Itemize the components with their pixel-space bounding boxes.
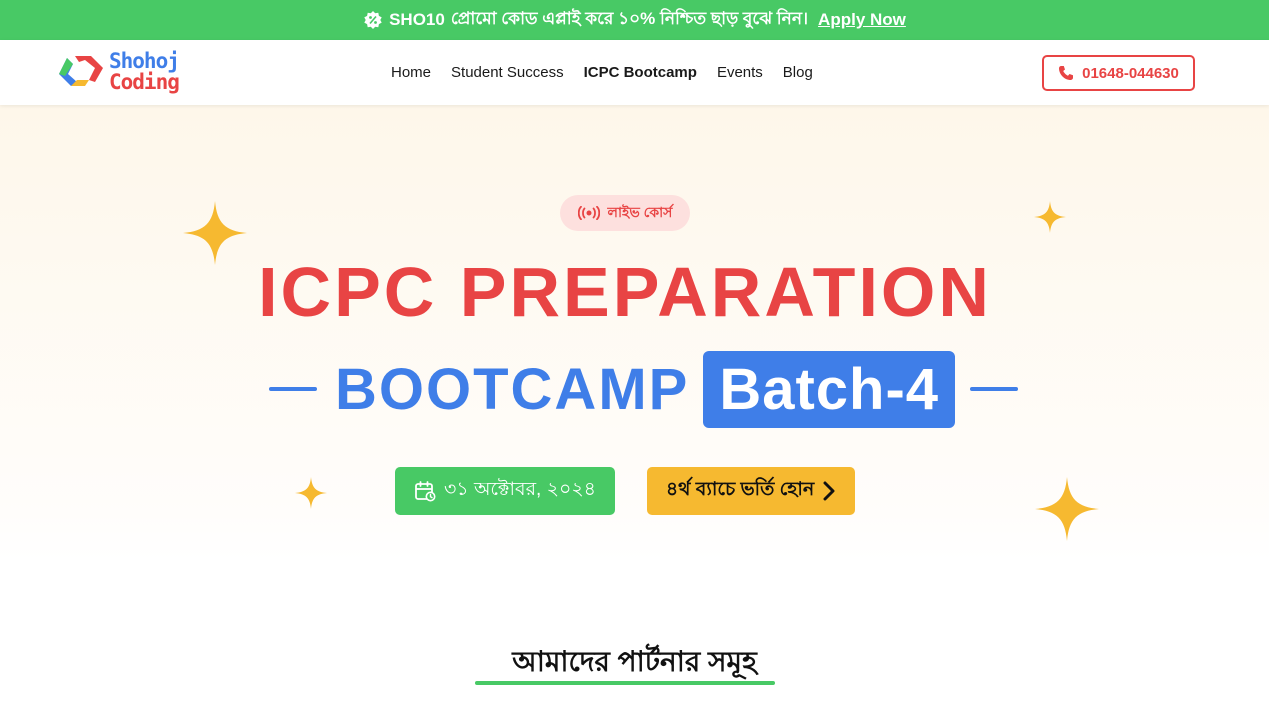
nav-item-student-success[interactable]: Student Success: [451, 64, 564, 81]
site-logo[interactable]: Shohoj Coding: [55, 49, 180, 94]
hero-subtitle: BOOTCAMP Batch-4: [269, 350, 1019, 428]
phone-icon: [1059, 66, 1074, 80]
sparkle-icon: [1035, 477, 1099, 541]
phone-call-button[interactable]: 01648-044630: [1042, 55, 1195, 91]
apply-now-link[interactable]: Apply Now: [818, 10, 906, 30]
discount-badge-icon: [363, 10, 383, 30]
nav-item-events[interactable]: Events: [717, 64, 763, 81]
enroll-button[interactable]: ৪র্থ ব্যাচে ভর্তি হোন: [647, 467, 855, 515]
title-dash-left: [269, 387, 317, 391]
nav-item-icpc-bootcamp[interactable]: ICPC Bootcamp: [584, 64, 697, 81]
batch-badge: Batch-4: [703, 350, 956, 428]
promo-text: প্রোমো কোড এপ্লাই করে ১০% নিশ্চিত ছাড় ব…: [450, 9, 809, 28]
course-date: ৩১ অক্টোবর, ২০২৪: [444, 479, 596, 500]
partners-heading: আমাদের পার্টনার সমূহ: [512, 646, 757, 677]
nav-item-blog[interactable]: Blog: [783, 64, 813, 81]
navbar: Shohoj Coding Home Student Success ICPC …: [0, 40, 1269, 105]
sparkle-icon: [295, 477, 327, 509]
logo-mark-icon: [59, 56, 103, 86]
promo-code: SHO10: [389, 10, 445, 29]
nav-item-home[interactable]: Home: [391, 64, 431, 81]
phone-number: 01648-044630: [1082, 64, 1179, 82]
promo-banner: SHO10 প্রোমো কোড এপ্লাই করে ১০% নিশ্চিত …: [0, 0, 1269, 40]
main-nav: Home Student Success ICPC Bootcamp Event…: [391, 64, 813, 81]
enroll-label: ৪র্থ ব্যাচে ভর্তি হোন: [665, 479, 815, 500]
live-course-label: লাইভ কোর্স: [607, 204, 673, 220]
live-broadcast-icon: [577, 206, 600, 220]
calendar-icon: [415, 481, 436, 502]
logo-text-line2: Coding: [109, 70, 180, 94]
title-dash-right: [970, 387, 1019, 391]
partners-heading-underline: [475, 681, 775, 685]
hero-title: ICPC PREPARATION: [258, 253, 992, 331]
logo-text-line1: Shohoj: [109, 49, 180, 73]
course-date-badge: ৩১ অক্টোবর, ২০২৪: [395, 467, 615, 515]
sparkle-icon: [1034, 201, 1066, 233]
bootcamp-text: BOOTCAMP: [335, 356, 690, 422]
live-course-badge: লাইভ কোর্স: [560, 195, 690, 231]
chevron-right-icon: [823, 481, 835, 501]
